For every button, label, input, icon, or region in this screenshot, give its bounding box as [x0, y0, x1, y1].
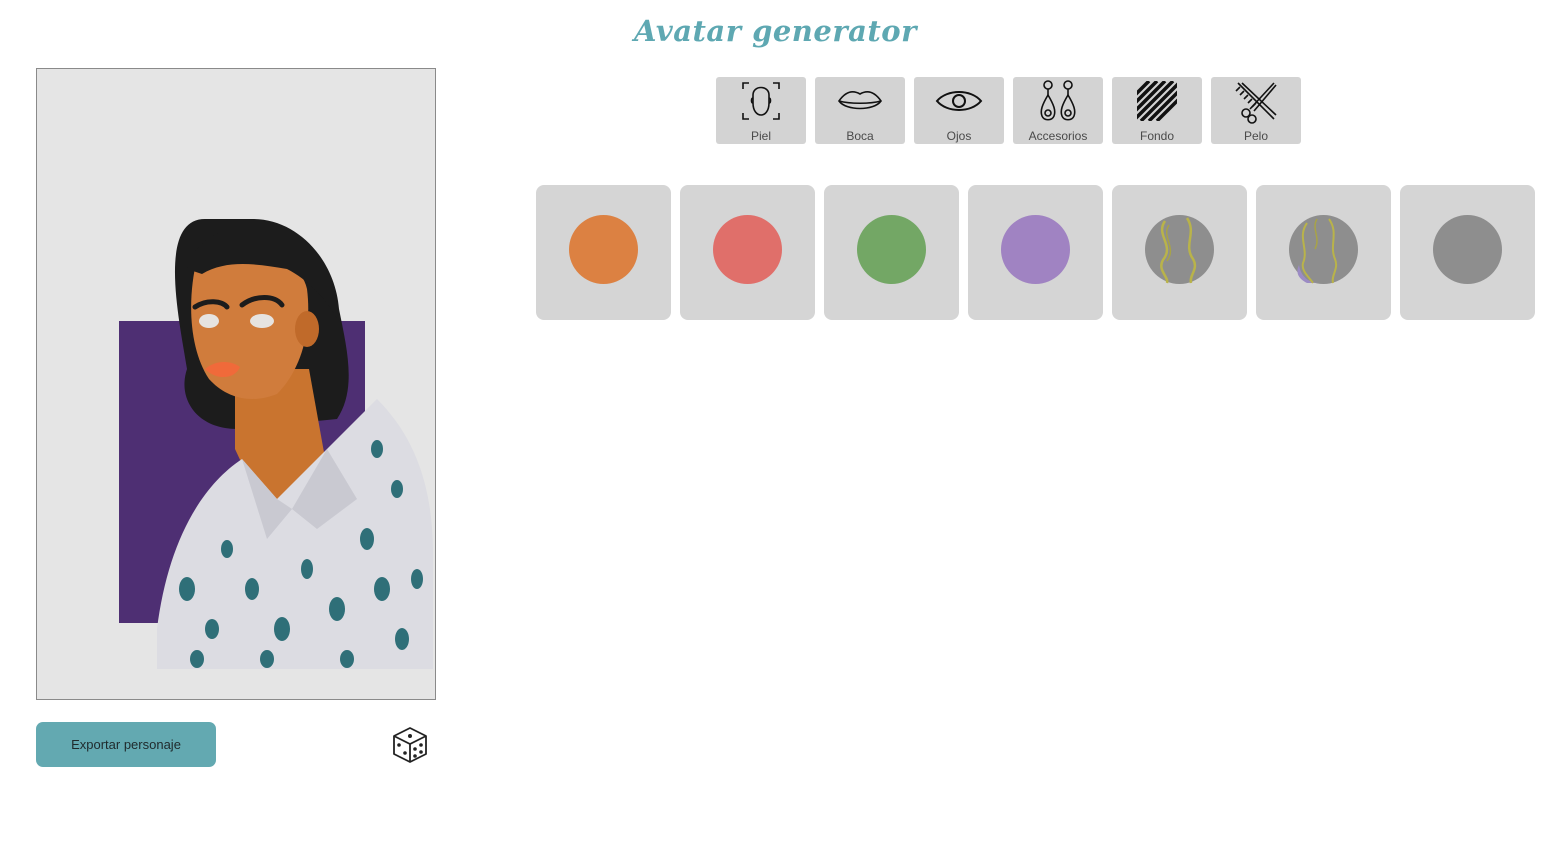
swatch-option-pattern-2[interactable] — [1256, 185, 1391, 320]
scissors-comb-icon — [1235, 82, 1277, 124]
stripes-icon — [1137, 81, 1177, 121]
swatch-option-orange[interactable] — [536, 185, 671, 320]
face-scan-icon — [742, 82, 780, 120]
avatar-ear — [295, 311, 319, 347]
pattern-dot — [1145, 215, 1214, 284]
tab-label: Ojos — [946, 129, 972, 143]
lips-icon — [838, 91, 882, 110]
export-character-button[interactable]: Exportar personaje — [36, 722, 216, 767]
tab-boca[interactable]: Boca — [815, 77, 905, 144]
color-dot — [857, 215, 926, 284]
tab-fondo[interactable]: Fondo — [1112, 77, 1202, 144]
swatch-option-green[interactable] — [824, 185, 959, 320]
dice-icon[interactable] — [390, 725, 430, 765]
page-title: Avatar generator — [634, 14, 917, 48]
tab-ojos[interactable]: Ojos — [914, 77, 1004, 144]
color-dot — [569, 215, 638, 284]
tab-label: Accesorios — [1028, 129, 1088, 143]
option-swatches — [536, 185, 1535, 320]
avatar-illustration — [119, 219, 433, 669]
tab-label: Pelo — [1243, 129, 1269, 143]
color-dot — [1433, 215, 1502, 284]
color-dot — [713, 215, 782, 284]
tab-piel[interactable]: Piel — [716, 77, 806, 144]
swatch-option-red[interactable] — [680, 185, 815, 320]
avatar-preview — [36, 68, 436, 700]
avatar-eye-left — [199, 314, 219, 328]
eye-icon — [935, 91, 983, 111]
swatch-option-grey[interactable] — [1400, 185, 1535, 320]
avatar-generator-page: Avatar generator Exportar personaje Piel… — [0, 0, 1551, 864]
tab-pelo[interactable]: Pelo — [1211, 77, 1301, 144]
pattern-dot — [1289, 215, 1358, 284]
swatch-option-pattern-1[interactable] — [1112, 185, 1247, 320]
color-dot — [1001, 215, 1070, 284]
tab-label: Fondo — [1139, 129, 1175, 143]
tab-label: Boca — [846, 129, 874, 143]
tab-label: Piel — [750, 129, 771, 143]
category-tabs: Piel Boca Ojos Accesorios Fondo Pelo — [716, 77, 1301, 144]
avatar-eye-right — [250, 314, 274, 328]
tab-accesorios[interactable]: Accesorios — [1013, 77, 1103, 144]
swatch-option-purple[interactable] — [968, 185, 1103, 320]
earrings-icon — [1040, 80, 1076, 121]
